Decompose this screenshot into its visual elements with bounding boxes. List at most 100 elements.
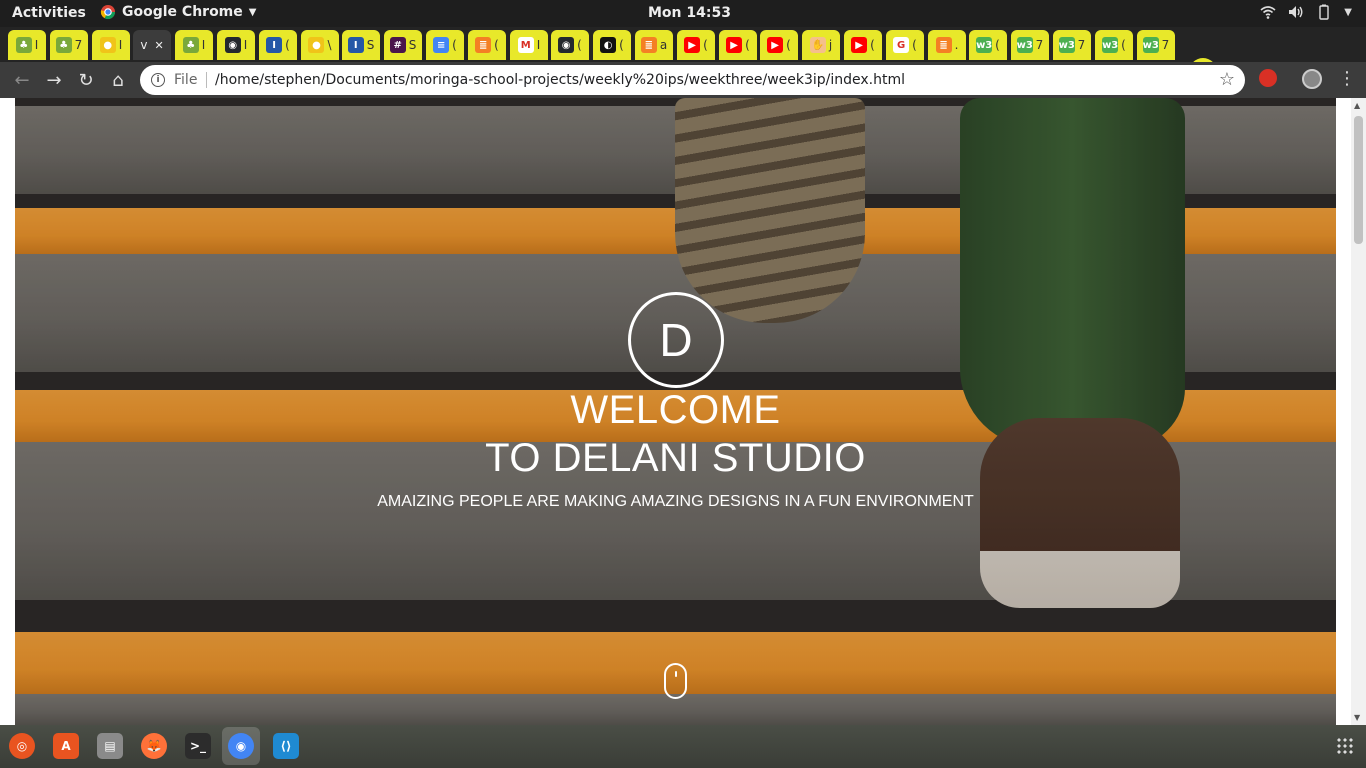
tab-title: 7 <box>1161 38 1170 52</box>
youtube-icon: ▶ <box>684 37 701 53</box>
chrome-menu-icon[interactable]: ⋮ <box>1338 68 1356 89</box>
docs-icon: ≡ <box>433 37 450 53</box>
ubuntu-dock: ◎ A ▤ 🦊 >_ ◉ ⟨⟩ <box>0 725 1366 768</box>
browser-tab[interactable]: ▶( <box>677 30 715 60</box>
globe-icon: ● <box>308 37 325 53</box>
clock[interactable]: Mon 14:53 <box>648 5 731 21</box>
forward-button[interactable]: → <box>43 69 65 91</box>
show-applications-icon[interactable] <box>1336 737 1354 755</box>
github-icon: ◉ <box>224 37 241 53</box>
youtube-icon: ▶ <box>851 37 868 53</box>
browser-tab[interactable]: ▶( <box>844 30 882 60</box>
browser-tab[interactable]: w3 7 <box>1137 30 1175 60</box>
tab-title: ( <box>912 38 917 52</box>
youtube-icon: ▶ <box>726 37 743 53</box>
tab-title: 7 <box>1035 38 1044 52</box>
w3schools-icon: w3 <box>1059 37 1075 53</box>
browser-tab[interactable]: ▶( <box>760 30 798 60</box>
hero-title-line1: WELCOME <box>570 388 781 432</box>
chrome-icon <box>100 5 116 20</box>
browser-tab[interactable]: ✋ j <box>802 30 840 60</box>
w3schools-icon: w3 <box>1017 37 1033 53</box>
app-menu[interactable]: Google Chrome ▼ <box>100 4 256 20</box>
browser-tab[interactable]: ≣ a <box>635 30 673 60</box>
file-scheme-label: File <box>174 72 198 88</box>
browser-tab[interactable]: w3( <box>969 30 1007 60</box>
browser-tab[interactable]: ◐( <box>593 30 631 60</box>
browser-tab[interactable]: ▶( <box>719 30 757 60</box>
browser-tab[interactable]: ◉( <box>551 30 589 60</box>
gmail-icon: M <box>517 37 534 53</box>
slack-icon: # <box>389 37 406 53</box>
scrollbar-thumb[interactable] <box>1354 116 1363 244</box>
logo-letter: D <box>659 314 693 366</box>
firefox-icon[interactable]: 🦊 <box>139 731 169 761</box>
chrome-icon[interactable]: ◉ <box>222 727 260 765</box>
terminal-icon[interactable]: >_ <box>183 731 213 761</box>
vertical-scrollbar[interactable]: ▲ ▼ <box>1351 98 1366 725</box>
tab-title: ( <box>452 38 457 52</box>
firefox-icon-glyph: 🦊 <box>141 733 167 759</box>
home-button[interactable]: ⌂ <box>107 69 129 91</box>
browser-tab[interactable]: # S <box>384 30 422 60</box>
hero-section: D WELCOME TO DELANI STUDIO AMAIZING PEOP… <box>15 98 1336 725</box>
back-button[interactable]: ← <box>11 69 33 91</box>
scroll-up-arrow-icon[interactable]: ▲ <box>1354 101 1360 110</box>
hero-tagline: AMAIZING PEOPLE ARE MAKING AMAZING DESIG… <box>377 493 974 510</box>
browser-tab[interactable]: ● I <box>92 30 130 60</box>
tab-title: 7 <box>1077 38 1086 52</box>
vscode-icon[interactable]: ⟨⟩ <box>271 731 301 761</box>
vscode-icon-glyph: ⟨⟩ <box>273 733 299 759</box>
tab-title: ( <box>1121 38 1126 52</box>
address-bar[interactable]: i File /home/stephen/Documents/moringa-s… <box>140 65 1245 95</box>
tab-title: I <box>118 38 123 52</box>
tab-title: I <box>536 38 541 52</box>
browser-tab[interactable]: ≣( <box>468 30 506 60</box>
power-menu-chevron-icon: ▼ <box>1344 6 1352 18</box>
tab-title: ( <box>870 38 875 52</box>
extension-icon[interactable] <box>1259 69 1277 87</box>
browser-tab[interactable]: ≣. <box>928 30 966 60</box>
page-viewport: D WELCOME TO DELANI STUDIO AMAIZING PEOP… <box>0 98 1366 725</box>
info-icon[interactable]: i <box>151 73 165 87</box>
system-status-area[interactable]: ▼ <box>1260 4 1352 20</box>
tab-title: ( <box>285 38 290 52</box>
browser-tab[interactable]: w3 7 <box>1053 30 1091 60</box>
browser-tab[interactable]: MI <box>510 30 548 60</box>
bookmark-star-icon[interactable]: ☆ <box>1219 69 1235 90</box>
volume-icon <box>1289 6 1303 18</box>
tab-title: v <box>140 38 148 52</box>
browser-tab[interactable]: ● \ <box>301 30 339 60</box>
url-text[interactable]: /home/stephen/Documents/moringa-school-p… <box>215 72 905 88</box>
ubuntu-icon[interactable]: ◎ <box>7 731 37 761</box>
profile-avatar-icon[interactable] <box>1302 69 1322 89</box>
software-center-icon[interactable]: A <box>51 731 81 761</box>
browser-tab[interactable]: ♣ I <box>8 30 46 60</box>
reload-button[interactable]: ↻ <box>75 69 97 91</box>
browser-tab[interactable]: G( <box>886 30 924 60</box>
close-tab-icon[interactable]: ✕ <box>154 39 163 52</box>
browser-tab[interactable]: IS <box>342 30 380 60</box>
scroll-down-arrow-icon[interactable]: ▼ <box>1354 713 1360 722</box>
tab-title: I <box>34 38 39 52</box>
ubuntu-icon-glyph: ◎ <box>9 733 35 759</box>
browser-tab[interactable]: v ✕ <box>133 30 171 60</box>
tab-title: S <box>366 38 375 52</box>
scroll-down-mouse-icon[interactable] <box>664 663 687 699</box>
plant-icon: ♣ <box>15 37 32 53</box>
chevron-down-icon: ▼ <box>248 6 257 18</box>
tab-title: ( <box>786 38 791 52</box>
mouse-wheel <box>675 671 677 677</box>
globe-icon: ● <box>99 37 116 53</box>
browser-tab[interactable]: I( <box>259 30 297 60</box>
browser-tab[interactable]: ♣ I <box>175 30 213 60</box>
browser-tab[interactable]: ≡( <box>426 30 464 60</box>
tab-title: S <box>408 38 417 52</box>
browser-tab[interactable]: w3( <box>1095 30 1133 60</box>
browser-tab[interactable]: w3 7 <box>1011 30 1049 60</box>
browser-tab[interactable]: ♣ 7 <box>50 30 88 60</box>
files-icon[interactable]: ▤ <box>95 731 125 761</box>
browser-tab[interactable]: ◉ I <box>217 30 255 60</box>
activities-button[interactable]: Activities <box>12 5 86 21</box>
tab-title: ( <box>745 38 750 52</box>
